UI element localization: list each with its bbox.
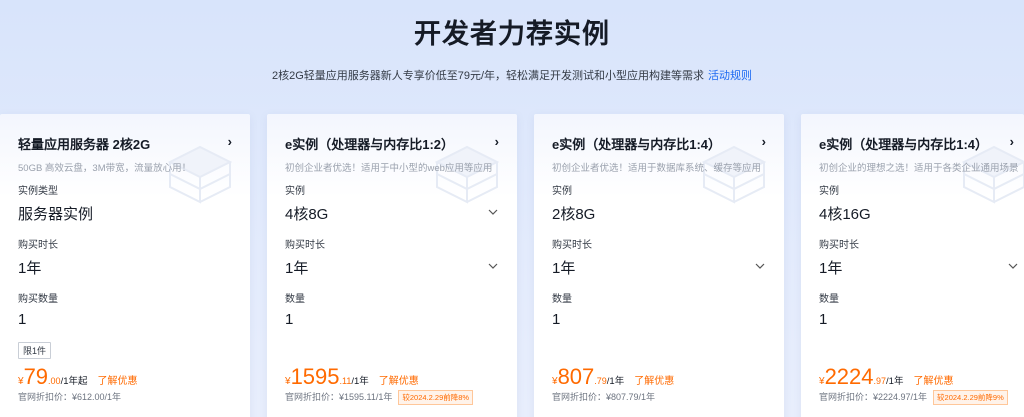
price-cents: .00	[48, 376, 61, 386]
chevron-right-icon[interactable]: ›	[228, 134, 232, 149]
duration-field: 购买时长 1年	[18, 236, 232, 278]
field-label: 实例	[819, 186, 839, 197]
field-value: 1	[552, 311, 561, 328]
selected-value: 1年	[819, 260, 843, 277]
field-value: 1年	[552, 257, 766, 278]
price-cents: .79	[594, 376, 607, 386]
field-value: 2核8G	[552, 206, 596, 223]
field-value: 1	[819, 311, 828, 328]
price: 2224	[824, 364, 874, 389]
field-label: 实例	[552, 186, 572, 197]
field-label: 实例	[285, 186, 305, 197]
original-price-row: 官网折扣价：¥1595.11/1年 较2024.2.29前降8%	[285, 390, 474, 406]
price: 79	[23, 364, 49, 389]
field-value: 1	[18, 311, 27, 328]
field-label: 购买时长	[552, 240, 592, 251]
chevron-right-icon[interactable]: ›	[762, 134, 766, 149]
rules-link[interactable]: 活动规则	[708, 70, 752, 82]
learn-more-link[interactable]: 了解优惠	[379, 376, 419, 387]
price-unit: /1年	[886, 376, 904, 387]
product-card-lighthouse[interactable]: 轻量应用服务器 2核2G › 50GB 高效云盘，3M带宽，流量放心用！ 实例类…	[0, 114, 250, 417]
original-price: 官网折扣价：¥2224.97/1年	[819, 392, 928, 402]
quantity-field: 数量 1	[552, 290, 766, 328]
price-unit: /1年起	[60, 376, 88, 387]
selected-value: 1年	[285, 260, 309, 277]
page-title: 开发者力荐实例	[414, 19, 610, 49]
learn-more-link[interactable]: 了解优惠	[98, 376, 138, 387]
field-label: 数量	[285, 294, 305, 305]
card-description: 初创企业者优选！适用于中小型的web应用等应用	[285, 163, 493, 174]
price-row: ¥2224.97/1年 了解优惠	[819, 364, 1014, 390]
selected-value: 1年	[552, 260, 576, 277]
price-row: ¥1595.11/1年 了解优惠	[285, 364, 507, 390]
page-subtitle: 2核2G轻量应用服务器新人专享价低至79元/年，轻松满足开发测试和小型应用构建等…	[0, 67, 1024, 83]
price-cents: .11	[339, 376, 352, 386]
limit-tag: 限1件	[18, 342, 52, 359]
price: 1595	[290, 364, 340, 389]
price-unit: /1年	[351, 376, 369, 387]
field-value: 1年	[819, 257, 1019, 278]
product-card-e-1-4-b[interactable]: e实例（处理器与内存比1:4） › 初创企业的理想之选！适用于各类企业通用场景 …	[801, 114, 1024, 417]
price-cents: .97	[873, 376, 887, 386]
chevron-down-icon[interactable]	[487, 260, 499, 272]
price: 807	[557, 364, 595, 389]
original-price: 官网折扣价：¥807.79/1年	[552, 392, 656, 402]
learn-more-link[interactable]: 了解优惠	[913, 376, 953, 387]
instance-field: 实例 2核8G	[552, 182, 766, 224]
learn-more-link[interactable]: 了解优惠	[634, 376, 674, 387]
chevron-right-icon[interactable]: ›	[495, 134, 499, 149]
price-row: ¥79.00/1年起 了解优惠	[18, 364, 240, 390]
original-price: 官网折扣价：¥612.00/1年	[18, 392, 122, 402]
field-label: 购买时长	[819, 240, 859, 251]
chevron-right-icon[interactable]: ›	[1010, 134, 1014, 149]
card-title: e实例（处理器与内存比1:4）	[552, 137, 722, 152]
price-unit: /1年	[606, 376, 625, 387]
duration-select[interactable]: 购买时长 1年	[285, 236, 499, 278]
quantity-field: 数量 1	[819, 290, 1019, 328]
original-price-row: 官网折扣价：¥2224.97/1年 较2024.2.29前降9%	[819, 390, 1008, 406]
chevron-down-icon[interactable]	[1007, 260, 1019, 272]
field-label: 购买数量	[18, 294, 58, 305]
instance-field: 实例 4核16G	[819, 182, 1019, 224]
field-label: 数量	[552, 294, 572, 305]
card-title: e实例（处理器与内存比1:4）	[819, 137, 989, 152]
field-value: 1	[285, 311, 294, 328]
field-value: 4核16G	[819, 206, 871, 223]
duration-select[interactable]: 购买时长 1年	[819, 236, 1019, 278]
product-card-e-1-4-a[interactable]: e实例（处理器与内存比1:4） › 初创企业者优选！适用于数据库系统、缓存等应用…	[534, 114, 784, 417]
discount-badge: 较2024.2.29前降9%	[933, 390, 1008, 406]
chevron-down-icon[interactable]	[754, 260, 766, 272]
chevron-down-icon[interactable]	[487, 206, 499, 218]
quantity-field: 数量 1	[285, 290, 499, 328]
discount-badge: 较2024.2.29前降8%	[398, 390, 474, 406]
card-title: e实例（处理器与内存比1:2）	[285, 137, 455, 152]
card-title: 轻量应用服务器 2核2G	[18, 137, 151, 152]
field-value: 1年	[18, 260, 42, 277]
original-price: 官网折扣价：¥1595.11/1年	[285, 392, 393, 402]
field-value: 1年	[285, 257, 499, 278]
instance-select[interactable]: 实例 4核8G	[285, 182, 499, 224]
subtitle-text: 2核2G轻量应用服务器新人专享价低至79元/年，轻松满足开发测试和小型应用构建等…	[271, 70, 705, 82]
product-card-e-1-2[interactable]: e实例（处理器与内存比1:2） › 初创企业者优选！适用于中小型的web应用等应…	[267, 114, 517, 417]
field-label: 购买时长	[18, 240, 58, 251]
price-row: ¥807.79/1年 了解优惠	[552, 364, 774, 390]
field-value: 4核8G	[285, 203, 499, 224]
card-description: 初创企业者优选！适用于数据库系统、缓存等应用	[552, 163, 762, 174]
duration-select[interactable]: 购买时长 1年	[552, 236, 766, 278]
card-description: 50GB 高效云盘，3M带宽，流量放心用！	[18, 163, 192, 174]
quantity-field: 购买数量 1	[18, 290, 232, 328]
instance-type-field: 实例类型 服务器实例	[18, 182, 232, 224]
field-value: 服务器实例	[18, 206, 94, 223]
field-label: 购买时长	[285, 240, 325, 251]
selected-value: 4核8G	[285, 206, 329, 223]
card-description: 初创企业的理想之选！适用于各类企业通用场景	[819, 163, 1019, 174]
field-label: 实例类型	[18, 186, 58, 197]
field-label: 数量	[819, 294, 839, 305]
